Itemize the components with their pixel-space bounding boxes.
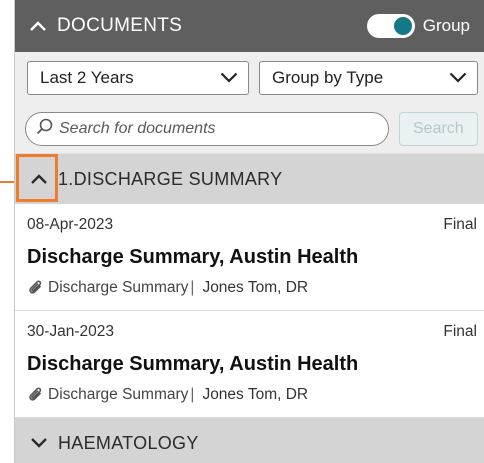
group-label: 1.DISCHARGE SUMMARY	[58, 168, 283, 189]
group-toggle[interactable]	[366, 14, 415, 38]
highlight-box	[16, 154, 58, 202]
document-date: 30-Jan-2023	[27, 323, 115, 340]
group-header-discharge-summary[interactable]: 1.DISCHARGE SUMMARY	[15, 154, 484, 204]
document-item[interactable]: 30-Jan-2023 Final Discharge Summary, Aus…	[15, 311, 484, 418]
group-header-haematology[interactable]: HAEMATOLOGY	[15, 418, 484, 463]
group-label: HAEMATOLOGY	[58, 432, 199, 453]
document-type: Discharge Summary	[48, 279, 189, 296]
search-bar: Search	[15, 104, 484, 154]
grouping-select-value: Group by Type	[271, 68, 384, 87]
filter-bar: Last 2 Years Group by Type	[15, 52, 484, 104]
grouping-select[interactable]: Group by Type	[258, 61, 478, 95]
document-title[interactable]: Discharge Summary, Austin Health	[27, 246, 477, 269]
chevron-down-icon[interactable]	[28, 432, 50, 454]
document-status: Final	[443, 216, 477, 233]
chevron-down-icon	[220, 68, 238, 88]
paperclip-icon	[27, 386, 45, 404]
document-author: Jones Tom, DR	[202, 279, 309, 296]
document-title[interactable]: Discharge Summary, Austin Health	[27, 353, 477, 376]
document-author: Jones Tom, DR	[202, 386, 309, 403]
paperclip-icon	[27, 279, 45, 297]
period-select[interactable]: Last 2 Years	[27, 61, 249, 95]
group-toggle-label: Group	[422, 16, 470, 35]
search-button[interactable]: Search	[398, 111, 478, 146]
search-icon	[36, 118, 53, 140]
search-input[interactable]	[59, 119, 379, 138]
chevron-up-icon[interactable]	[29, 17, 47, 35]
search-field[interactable]	[25, 111, 389, 146]
separator: |	[190, 386, 195, 403]
document-type: Discharge Summary	[48, 386, 189, 403]
toggle-knob	[393, 17, 412, 35]
period-select-value: Last 2 Years	[40, 68, 134, 87]
documents-panel: DOCUMENTS Group Last 2 Years Group by Ty…	[14, 0, 484, 463]
panel-title: DOCUMENTS	[57, 15, 183, 36]
document-date: 08-Apr-2023	[27, 216, 114, 233]
separator: |	[190, 279, 195, 296]
document-item[interactable]: 08-Apr-2023 Final Discharge Summary, Aus…	[15, 204, 484, 311]
document-status: Final	[443, 323, 477, 340]
panel-header: DOCUMENTS Group	[15, 0, 484, 52]
chevron-down-icon	[449, 68, 467, 88]
